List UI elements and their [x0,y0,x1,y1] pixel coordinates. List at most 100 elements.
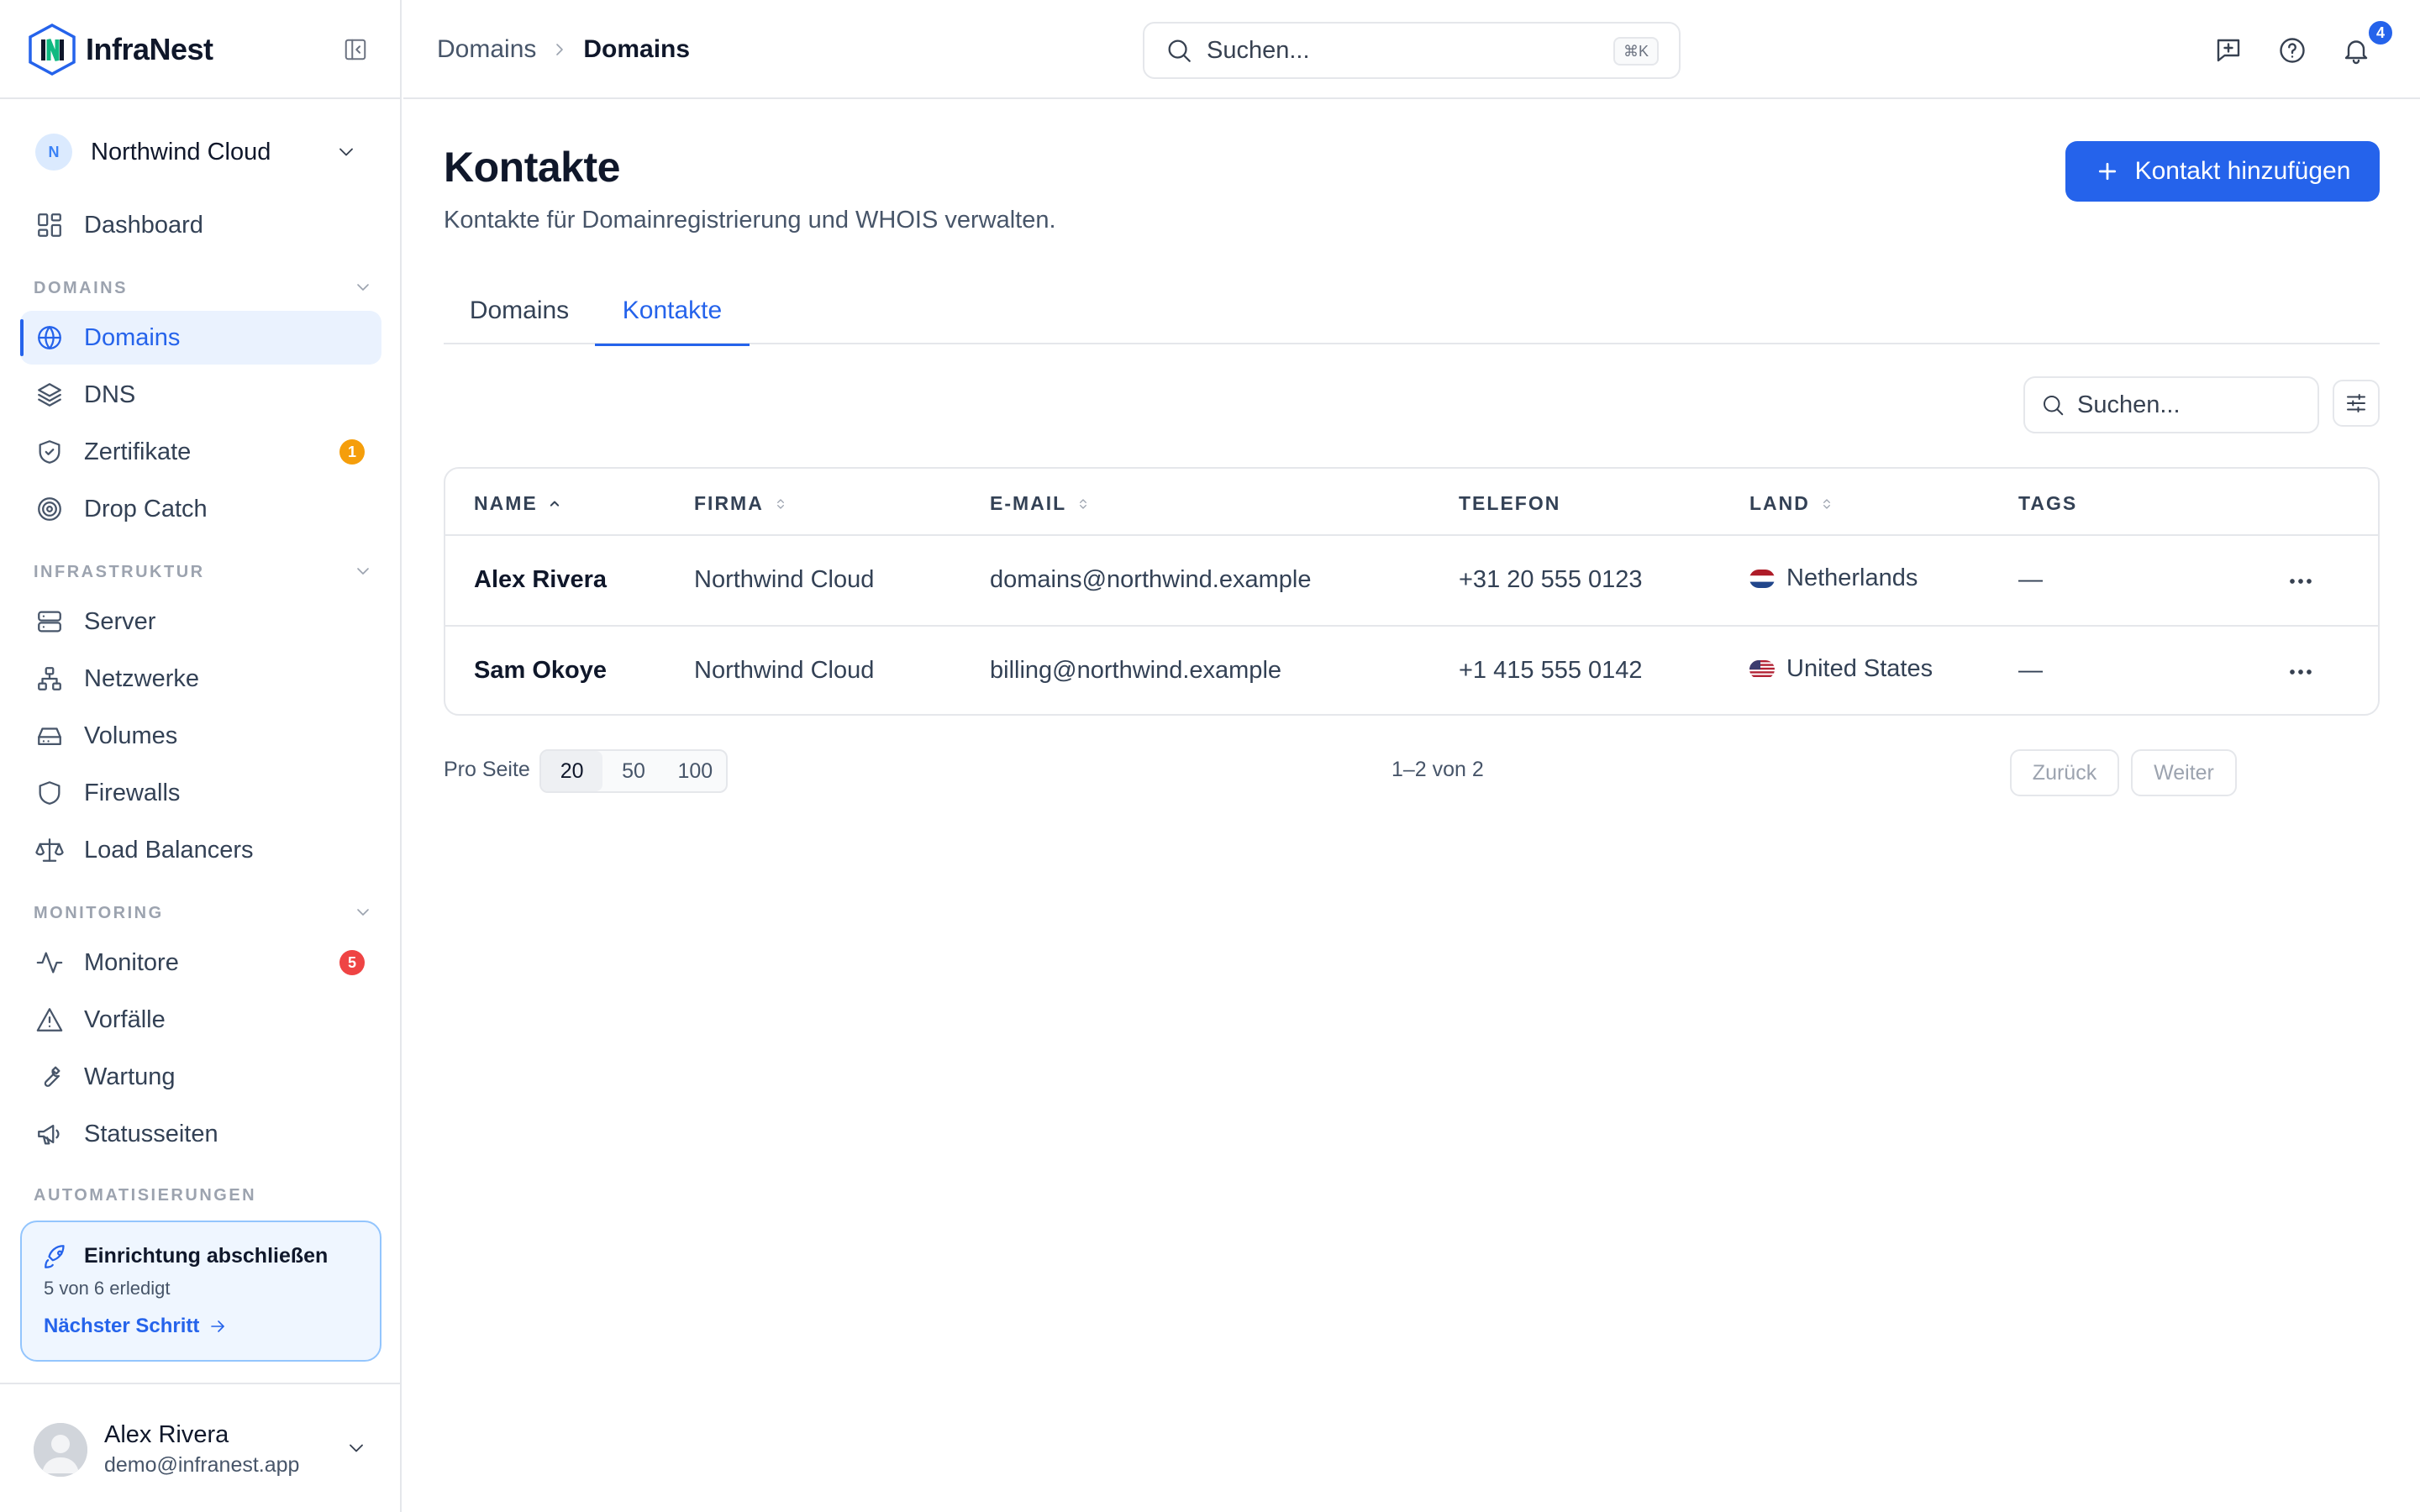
sidebar-item-label: Dashboard [84,211,203,239]
column-header-company[interactable]: FIRMA [694,492,789,515]
sidebar-item-server[interactable]: Server [20,595,381,648]
sidebar-item-label: Server [84,607,156,635]
per-page-label: Pro Seite [444,758,530,781]
user-email: demo@infranest.app [104,1453,300,1477]
column-label: TELEFON [1459,492,1561,514]
section-label: AUTOMATISIERUNGEN [34,1186,257,1201]
section-infrastructure[interactable]: INFRASTRUKTUR [34,563,370,582]
column-settings-button[interactable] [2333,380,2380,427]
add-contact-label: Kontakt hinzufügen [2134,157,2351,185]
sidebar-item-monitors[interactable]: Monitore 5 [20,936,381,990]
sidebar-item-domains[interactable]: Domains [20,311,381,365]
per-page-option-20[interactable]: 20 [541,751,603,791]
sidebar-item-drop-catch[interactable]: Drop Catch [20,482,381,536]
globe-icon [38,326,61,349]
column-label: TAGS [2018,492,2078,514]
sidebar-item-load-balancers[interactable]: Load Balancers [20,823,381,877]
sidebar-item-dashboard[interactable]: Dashboard [20,198,381,252]
sidebar-item-maintenance[interactable]: Wartung [20,1050,381,1104]
column-label: NAME [474,492,538,514]
tab-domains[interactable]: Domains [444,277,595,344]
previous-page-button[interactable]: Zurück [2010,749,2119,796]
activity-icon [36,952,63,974]
chevron-down-icon [339,148,353,156]
sort-icon [1080,498,1087,509]
sidebar-item-label: DNS [84,381,136,408]
section-automation[interactable]: AUTOMATISIERUNGEN [34,1186,370,1201]
sidebar-item-label: Zertifikate [84,438,192,465]
section-domains[interactable]: DOMAINS [34,279,370,298]
cell-name: Alex Rivera [474,566,607,593]
help-icon[interactable] [2277,35,2307,66]
column-header-name[interactable]: NAME [474,492,563,515]
table-search-input[interactable] [2077,391,2296,419]
sidebar-item-volumes[interactable]: Volumes [20,709,381,763]
column-header-tags: TAGS [2018,492,2077,515]
global-search-input[interactable] [1207,36,1576,65]
breadcrumb: Domains Domains [437,35,690,64]
flag-united-states-icon [1749,660,1775,679]
column-header-email[interactable]: E-MAIL [990,492,1092,515]
per-page-selector: 20 50 100 [539,749,728,793]
next-step-link[interactable]: Nächster Schritt [44,1315,228,1338]
main-content: Kontakte Kontakte für Domainregistrierun… [403,101,2420,1512]
sidebar-item-dns[interactable]: DNS [20,368,381,422]
tab-contacts[interactable]: Kontakte [595,277,750,346]
topbar: Domains Domains ⌘K 4 [403,0,2420,99]
sidebar-item-label: Volumes [84,722,178,749]
layers-icon [38,383,61,407]
shield-check-icon [39,440,60,464]
per-page-option-50[interactable]: 50 [602,751,664,791]
org-avatar: N [35,134,72,171]
sliders-icon [2347,394,2365,412]
section-monitoring[interactable]: MONITORING [34,904,370,923]
cell-email: billing@northwind.example [990,657,1282,684]
more-horizontal-icon[interactable] [2284,564,2317,598]
sidebar: InfraNest N Northwind Cloud Dashboard DO… [0,0,402,1512]
grid-icon [38,213,61,237]
feedback-icon[interactable] [2213,35,2244,66]
sidebar-item-certificates[interactable]: Zertifikate 1 [20,425,381,479]
sidebar-item-status-pages[interactable]: Statusseiten [20,1107,381,1161]
notification-count-badge: 4 [2366,18,2395,47]
more-horizontal-icon[interactable] [2284,655,2317,689]
sort-icon [776,498,784,509]
setup-progress-card: Einrichtung abschließen 5 von 6 erledigt… [20,1221,381,1362]
sidebar-item-incidents[interactable]: Vorfälle [20,993,381,1047]
table-row[interactable]: Sam Okoye Northwind Cloud billing@northw… [445,625,2378,714]
next-page-button[interactable]: Weiter [2131,749,2237,796]
shortcut-hint: ⌘K [1612,37,1659,66]
org-switcher[interactable]: N Northwind Cloud [24,126,376,178]
user-menu[interactable]: Alex Rivera demo@infranest.app [0,1383,402,1512]
flag-netherlands-icon [1749,570,1775,588]
sidebar-item-networks[interactable]: Netzwerke [20,652,381,706]
pagination-count: 1–2 von 2 [1392,758,1484,781]
sidebar-collapse-icon[interactable] [343,37,368,62]
per-page-option-100[interactable]: 100 [665,751,726,791]
org-name: Northwind Cloud [91,138,271,165]
user-name: Alex Rivera [104,1421,229,1448]
table-search[interactable] [2023,376,2319,433]
sidebar-item-label: Statusseiten [84,1120,218,1147]
add-contact-button[interactable]: Kontakt hinzufügen [2065,141,2380,202]
cell-phone: +1 415 555 0142 [1459,657,1643,684]
breadcrumb-item[interactable]: Domains [437,35,536,64]
section-label: INFRASTRUKTUR [34,563,205,581]
cell-tags: — [2018,657,2043,684]
global-search[interactable]: ⌘K [1143,22,1681,79]
bell-icon[interactable] [2341,35,2371,66]
sidebar-item-label: Load Balancers [84,836,254,864]
infranest-logo-icon [29,24,76,76]
setup-title: Einrichtung abschließen [84,1244,329,1268]
sidebar-item-label: Wartung [84,1063,176,1090]
column-label: FIRMA [694,492,764,514]
column-header-country[interactable]: LAND [1749,492,1835,515]
sidebar-item-firewalls[interactable]: Firewalls [20,766,381,820]
cell-phone: +31 20 555 0123 [1459,566,1643,593]
cell-company: Northwind Cloud [694,657,875,684]
cell-company: Northwind Cloud [694,566,875,593]
rocket-icon [45,1245,65,1268]
country-name: Netherlands [1786,564,1918,591]
table-row[interactable]: Alex Rivera Northwind Cloud domains@nort… [445,536,2378,625]
avatar [34,1423,87,1477]
